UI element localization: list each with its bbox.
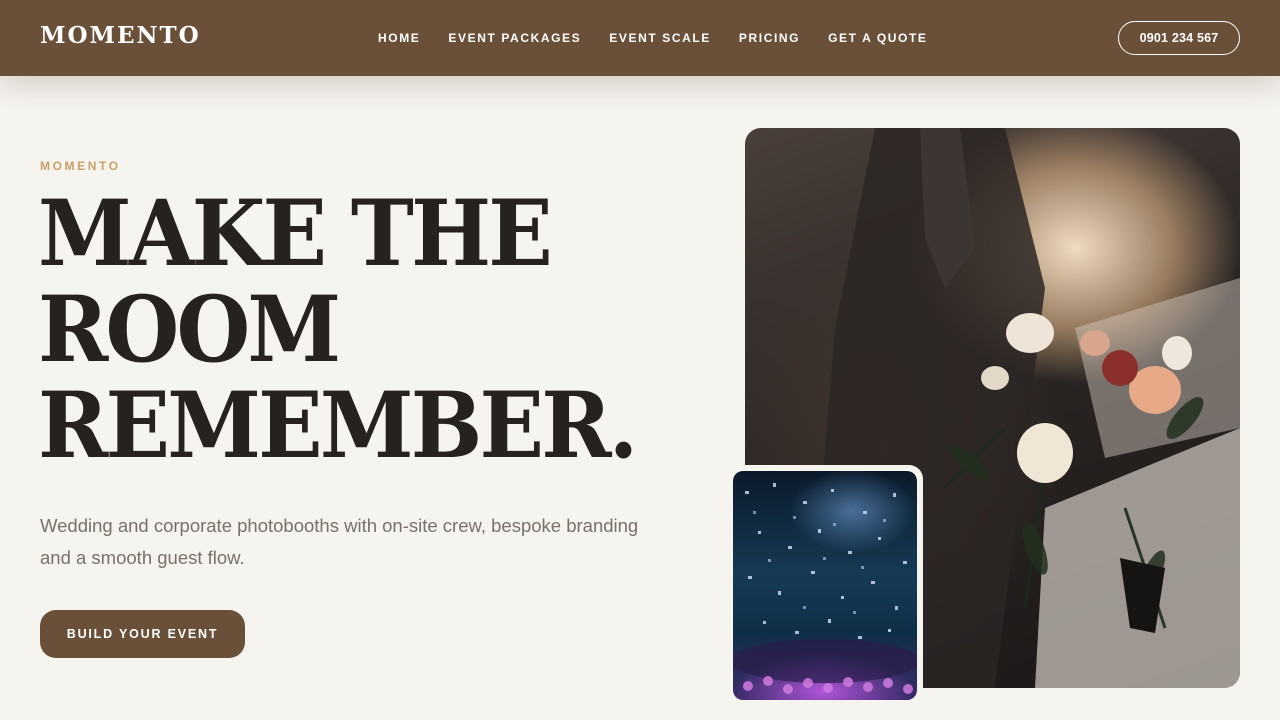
confetti-illustration — [733, 483, 917, 694]
nav-event-scale[interactable]: EVENT SCALE — [609, 31, 711, 45]
nav-event-packages[interactable]: EVENT PACKAGES — [448, 31, 581, 45]
hero-eyebrow: MOMENTO — [40, 159, 121, 173]
confetti-concert-photo — [733, 471, 917, 700]
headline-line-2: ROOM — [38, 277, 341, 383]
hero-subtext: Wedding and corporate photobooths with o… — [40, 515, 639, 568]
headline-line-1: MAKE THE — [38, 181, 553, 287]
phone-button[interactable]: 0901 234 567 — [1118, 21, 1240, 55]
confetti-concert-photo-frame — [727, 465, 923, 705]
nav-home[interactable]: HOME — [378, 31, 420, 45]
nav-pricing[interactable]: PRICING — [739, 31, 800, 45]
main-nav: HOME EVENT PACKAGES EVENT SCALE PRICING … — [378, 31, 956, 45]
top-navigation-bar: MOMENTO HOME EVENT PACKAGES EVENT SCALE … — [0, 0, 1280, 76]
build-your-event-button[interactable]: BUILD YOUR EVENT — [40, 610, 245, 658]
hero-headline: MAKE THE ROOM REMEMBER. — [38, 186, 680, 474]
nav-get-a-quote[interactable]: GET A QUOTE — [828, 31, 927, 45]
logo[interactable]: MOMENTO — [40, 22, 201, 49]
headline-line-3: REMEMBER. — [38, 373, 638, 479]
